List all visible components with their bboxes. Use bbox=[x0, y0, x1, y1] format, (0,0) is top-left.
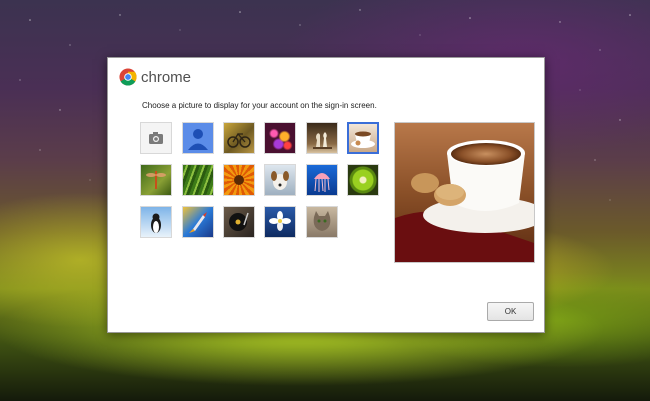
dialog-header: chrome bbox=[119, 67, 191, 87]
dog-icon bbox=[271, 171, 289, 190]
picture-tile-kitten[interactable] bbox=[306, 206, 338, 238]
picture-tile-turntable[interactable] bbox=[223, 206, 255, 238]
person-icon bbox=[188, 129, 208, 150]
picture-tile-coffee[interactable] bbox=[347, 122, 379, 154]
picture-tile-jellyfish[interactable] bbox=[306, 164, 338, 196]
app-title: chrome bbox=[141, 68, 192, 86]
picture-tile-bicycle[interactable] bbox=[223, 122, 255, 154]
chess-piece-icon bbox=[313, 132, 332, 149]
picture-tile-penguin[interactable] bbox=[140, 206, 172, 238]
picture-tile-grass[interactable] bbox=[182, 164, 214, 196]
picture-picker-dialog: chrome Choose a picture to display for y… bbox=[107, 57, 545, 333]
picture-tile-sunflower[interactable] bbox=[223, 164, 255, 196]
cat-icon bbox=[313, 211, 331, 231]
picture-tile-camera[interactable] bbox=[140, 122, 172, 154]
flower-center-icon bbox=[234, 175, 244, 185]
picture-tile-profile[interactable] bbox=[182, 122, 214, 154]
rocket-icon bbox=[189, 212, 207, 233]
picture-tile-white-flower[interactable] bbox=[264, 206, 296, 238]
camera-icon bbox=[149, 132, 163, 144]
coffee-cup-icon bbox=[351, 131, 375, 148]
record-icon bbox=[229, 212, 249, 231]
chrome-logo-icon bbox=[119, 68, 137, 86]
selected-picture-preview bbox=[394, 122, 535, 263]
flower-icon bbox=[269, 211, 291, 231]
instruction-text: Choose a picture to display for your acc… bbox=[142, 101, 377, 110]
picture-tile-bokeh-lights[interactable] bbox=[264, 122, 296, 154]
picture-tile-kiwi[interactable] bbox=[347, 164, 379, 196]
picture-tile-rocket[interactable] bbox=[182, 206, 214, 238]
picture-tile-dog[interactable] bbox=[264, 164, 296, 196]
bicycle-icon bbox=[227, 132, 251, 148]
picture-tile-chess[interactable] bbox=[306, 122, 338, 154]
picture-tile-dragonfly[interactable] bbox=[140, 164, 172, 196]
ok-button[interactable]: OK bbox=[487, 302, 534, 321]
penguin-icon bbox=[151, 213, 161, 233]
dragonfly-icon bbox=[146, 171, 166, 189]
coffee-preview-image bbox=[395, 123, 534, 262]
jellyfish-icon bbox=[314, 173, 330, 192]
